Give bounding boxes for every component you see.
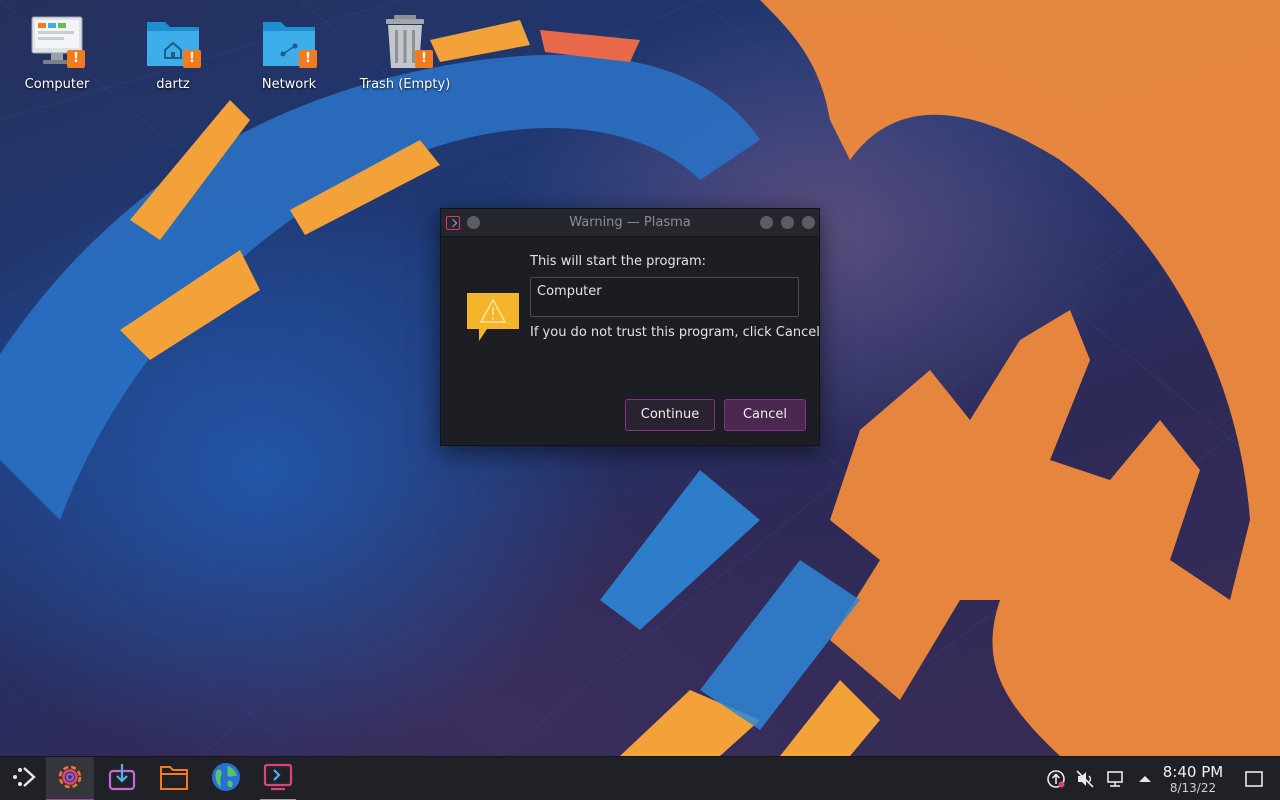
desktop-icon-label: Computer — [24, 77, 90, 92]
network-wired-icon[interactable] — [1106, 769, 1126, 789]
maximize-button[interactable] — [781, 216, 794, 229]
software-center-icon — [107, 762, 137, 796]
warning-badge: ! — [183, 50, 201, 68]
terminal-icon — [263, 762, 293, 796]
gear-icon — [55, 762, 85, 796]
desktop-icon-label: Network — [261, 77, 317, 92]
warning-badge: ! — [415, 50, 433, 68]
return-to-gaming-button[interactable] — [254, 757, 302, 800]
discover-button[interactable] — [98, 757, 146, 800]
dialog-message: This will start the program: — [530, 254, 707, 269]
launcher-icon — [11, 764, 37, 794]
system-settings-button[interactable] — [46, 757, 94, 800]
warning-icon — [465, 291, 521, 347]
globe-icon — [210, 761, 242, 797]
desktop-icon-label: Trash (Empty) — [359, 77, 451, 92]
computer-icon: ! — [29, 14, 85, 70]
clock-date: 8/13/22 — [1169, 781, 1217, 795]
close-button[interactable] — [802, 216, 815, 229]
home-folder-icon: ! — [145, 14, 201, 70]
continue-button[interactable]: Continue — [625, 399, 715, 431]
show-desktop-icon[interactable] — [1244, 769, 1264, 789]
dolphin-button[interactable] — [150, 757, 198, 800]
desktop-icon-computer[interactable]: ! Computer — [7, 14, 107, 92]
taskbar: 8:40 PM 8/13/22 — [0, 756, 1280, 800]
dialog-hint: If you do not trust this program, click … — [530, 325, 820, 340]
minimize-button[interactable] — [760, 216, 773, 229]
warning-badge: ! — [299, 50, 317, 68]
cancel-button[interactable]: Cancel — [724, 399, 806, 431]
network-folder-icon: ! — [261, 14, 317, 70]
update-icon[interactable] — [1046, 769, 1066, 789]
desktop-icon-network[interactable]: ! Network — [239, 14, 339, 92]
tray-expand-icon[interactable] — [1135, 769, 1155, 789]
dialog-body: This will start the program: Computer If… — [441, 237, 820, 445]
trash-icon: ! — [377, 14, 433, 70]
desktop-icon-dartz[interactable]: ! dartz — [123, 14, 223, 92]
web-browser-button[interactable] — [202, 757, 250, 800]
desktop-icon-label: dartz — [156, 77, 190, 92]
dialog-titlebar[interactable]: Warning — Plasma — [441, 209, 819, 237]
warning-badge: ! — [67, 50, 85, 68]
program-name-field[interactable]: Computer — [530, 277, 799, 317]
application-launcher-button[interactable] — [0, 757, 48, 800]
desktop-icon-trash[interactable]: ! Trash (Empty) — [355, 14, 455, 92]
digital-clock[interactable]: 8:40 PM 8/13/22 — [1156, 763, 1230, 795]
clock-time: 8:40 PM — [1162, 763, 1224, 781]
volume-muted-icon[interactable] — [1075, 769, 1095, 789]
folder-icon — [159, 762, 189, 796]
warning-dialog: Warning — Plasma This will start the pro… — [440, 208, 820, 446]
